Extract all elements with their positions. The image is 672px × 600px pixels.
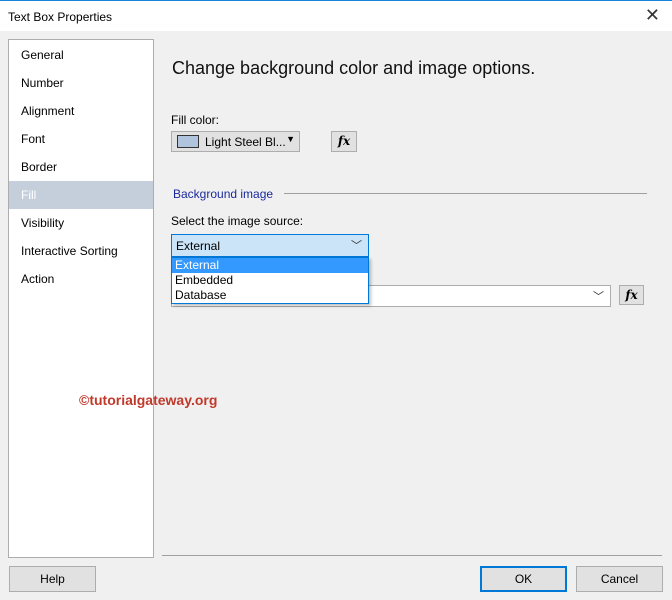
sidebar-item-interactive-sorting[interactable]: Interactive Sorting — [9, 237, 153, 265]
title-bar: Text Box Properties ✕ — [0, 0, 672, 31]
fill-color-dropdown[interactable]: Light Steel Bl... ▼ — [171, 131, 300, 152]
close-icon[interactable]: ✕ — [645, 5, 660, 26]
sidebar-item-number[interactable]: Number — [9, 69, 153, 97]
image-expression-button[interactable]: fx — [619, 285, 644, 305]
ok-button[interactable]: OK — [480, 566, 567, 592]
divider — [284, 193, 647, 194]
sidebar-item-border[interactable]: Border — [9, 153, 153, 181]
color-swatch — [177, 135, 199, 148]
page-title: Change background color and image option… — [172, 58, 536, 78]
chevron-down-icon: ﹀ — [351, 240, 362, 252]
option-embedded[interactable]: Embedded — [172, 273, 368, 288]
fill-expression-button[interactable]: fx — [331, 131, 357, 152]
chevron-down-icon: ﹀ — [593, 291, 604, 303]
window-title: Text Box Properties — [8, 10, 113, 24]
sidebar-item-general[interactable]: General — [9, 41, 153, 69]
section-title: Background image — [173, 187, 274, 201]
image-source-options: External Embedded Database — [171, 257, 369, 304]
fill-color-label: Fill color: — [171, 113, 220, 127]
option-database[interactable]: Database — [172, 288, 368, 303]
dropdown-arrow-icon: ▼ — [286, 134, 295, 144]
image-source-label: Select the image source: — [171, 214, 304, 228]
sidebar-item-visibility[interactable]: Visibility — [9, 209, 153, 237]
watermark: ©tutorialgateway.org — [79, 392, 218, 408]
divider — [162, 555, 662, 556]
option-external[interactable]: External — [172, 258, 368, 273]
fill-color-value: Light Steel Bl... — [205, 135, 286, 149]
sidebar-item-font[interactable]: Font — [9, 125, 153, 153]
sidebar-nav: General Number Alignment Font Border Fil… — [8, 39, 154, 558]
cancel-button[interactable]: Cancel — [576, 566, 663, 592]
image-source-combo[interactable]: External ﹀ — [171, 234, 369, 257]
help-button[interactable]: Help — [9, 566, 96, 592]
image-source-value: External — [176, 239, 221, 253]
sidebar-item-action[interactable]: Action — [9, 265, 153, 293]
sidebar-item-fill[interactable]: Fill — [9, 181, 153, 209]
sidebar-item-alignment[interactable]: Alignment — [9, 97, 153, 125]
